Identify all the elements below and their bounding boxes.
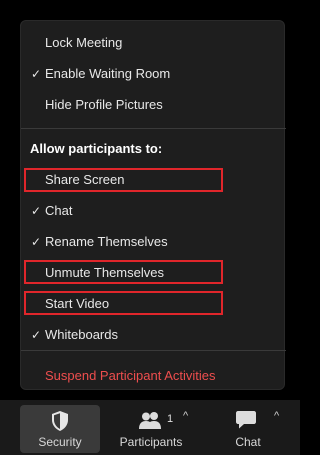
menu-item-enable-waiting-room[interactable]: ✓ Enable Waiting Room <box>21 59 286 89</box>
permission-share-screen[interactable]: Share Screen <box>21 165 286 195</box>
chevron-up-icon[interactable]: ^ <box>183 410 188 422</box>
suspend-participant-activities-button[interactable]: Suspend Participant Activities <box>21 361 286 391</box>
permission-start-video[interactable]: Start Video <box>21 289 286 319</box>
security-label: Security <box>38 435 82 449</box>
chat-label: Chat <box>235 435 261 449</box>
menu-item-lock-meeting[interactable]: Lock Meeting <box>21 28 286 58</box>
permission-chat[interactable]: ✓ Chat <box>21 196 286 226</box>
participants-label: Participants <box>119 435 183 449</box>
shield-icon <box>50 410 70 435</box>
chevron-up-icon[interactable]: ^ <box>274 410 279 422</box>
permission-label: Unmute Themselves <box>45 265 164 280</box>
permission-label: Start Video <box>45 296 110 311</box>
permission-label: Whiteboards <box>45 327 118 342</box>
security-menu: Lock Meeting ✓ Enable Waiting Room Hide … <box>20 20 286 391</box>
menu-item-hide-profile-pictures[interactable]: Hide Profile Pictures <box>21 90 286 120</box>
chat-bubble-icon <box>235 410 257 433</box>
permission-label: Rename Themselves <box>45 234 168 249</box>
permission-rename-themselves[interactable]: ✓ Rename Themselves <box>21 227 286 257</box>
chat-button[interactable]: ^ Chat <box>218 405 279 453</box>
participants-count: 1 <box>167 413 174 425</box>
people-icon <box>137 410 163 433</box>
meeting-toolbar: Security 1 ^ Participants ^ Chat <box>0 400 300 455</box>
permission-label: Chat <box>45 203 73 218</box>
suspend-label: Suspend Participant Activities <box>45 368 216 383</box>
permission-whiteboards[interactable]: ✓ Whiteboards <box>21 320 286 350</box>
app-stage: Lock Meeting ✓ Enable Waiting Room Hide … <box>0 0 300 455</box>
menu-item-label: Enable Waiting Room <box>45 66 171 81</box>
menu-item-label: Lock Meeting <box>45 35 123 50</box>
check-icon: ✓ <box>30 328 42 342</box>
permission-unmute-themselves[interactable]: Unmute Themselves <box>21 258 286 288</box>
divider <box>21 128 286 129</box>
check-icon: ✓ <box>30 67 42 81</box>
permission-label: Share Screen <box>45 172 125 187</box>
security-button[interactable]: Security <box>20 405 100 453</box>
participants-button[interactable]: 1 ^ Participants <box>112 405 190 453</box>
menu-item-label: Hide Profile Pictures <box>45 97 163 112</box>
divider <box>21 350 286 351</box>
check-icon: ✓ <box>30 235 42 249</box>
check-icon: ✓ <box>30 204 42 218</box>
section-title: Allow participants to: <box>30 141 163 156</box>
